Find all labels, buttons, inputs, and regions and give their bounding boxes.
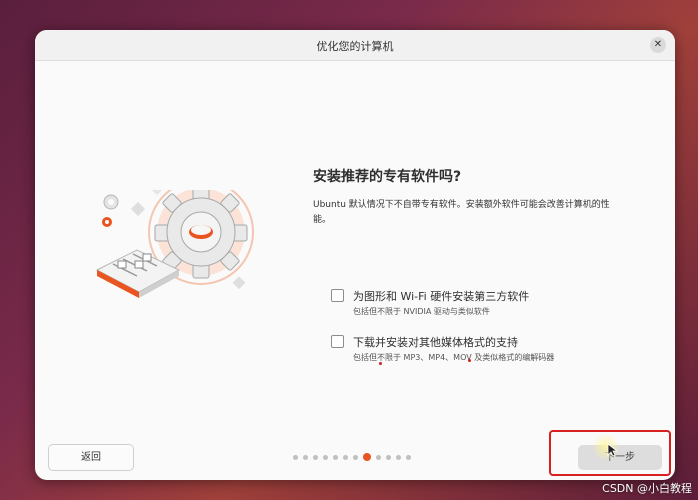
annotation-dot — [379, 362, 382, 365]
page-dot — [386, 454, 391, 460]
gear-sliders-illustration — [95, 190, 254, 298]
third-party-checkbox[interactable] — [331, 289, 344, 302]
page-dot — [376, 454, 381, 460]
page-dot — [303, 454, 308, 460]
watermark: CSDN @小白教程 — [602, 482, 692, 495]
page-dot-active — [363, 453, 371, 461]
back-button[interactable]: 返回 — [48, 444, 134, 471]
page-dot — [396, 454, 401, 460]
page-indicator — [293, 451, 416, 463]
page-dot — [343, 454, 348, 460]
window-title: 优化您的计算机 — [316, 40, 394, 53]
close-icon[interactable]: ✕ — [650, 37, 666, 53]
media-formats-checkbox[interactable] — [331, 335, 344, 348]
media-formats-sublabel: 包括但不限于 MP3、MP4、MOV 及类似格式的编解码器 — [353, 353, 555, 362]
mouse-pointer-icon — [607, 443, 619, 457]
page-description: Ubuntu 默认情况下不自带专有软件。安装额外软件可能会改善计算机的性能。 — [313, 200, 610, 225]
third-party-sublabel: 包括但不限于 NVIDIA 驱动与类似软件 — [353, 307, 490, 316]
page-heading: 安装推荐的专有软件吗? — [313, 169, 462, 185]
third-party-label: 为图形和 Wi-Fi 硬件安装第三方软件 — [353, 290, 530, 303]
title-bar: 优化您的计算机 ✕ — [35, 30, 675, 61]
installer-window: 优化您的计算机 ✕ 安装推荐的专有软件吗? Ubuntu 默认情况下不自带专有软… — [35, 30, 675, 480]
page-dot — [406, 454, 411, 460]
page-dot — [353, 454, 358, 460]
page-dot — [293, 454, 298, 460]
page-dot — [333, 454, 338, 460]
main-content: 安装推荐的专有软件吗? Ubuntu 默认情况下不自带专有软件。安装额外软件可能… — [313, 166, 633, 362]
annotation-dot — [468, 359, 471, 362]
page-dot — [313, 454, 318, 460]
page-dot — [323, 454, 328, 460]
media-formats-label: 下载并安装对其他媒体格式的支持 — [353, 336, 518, 349]
